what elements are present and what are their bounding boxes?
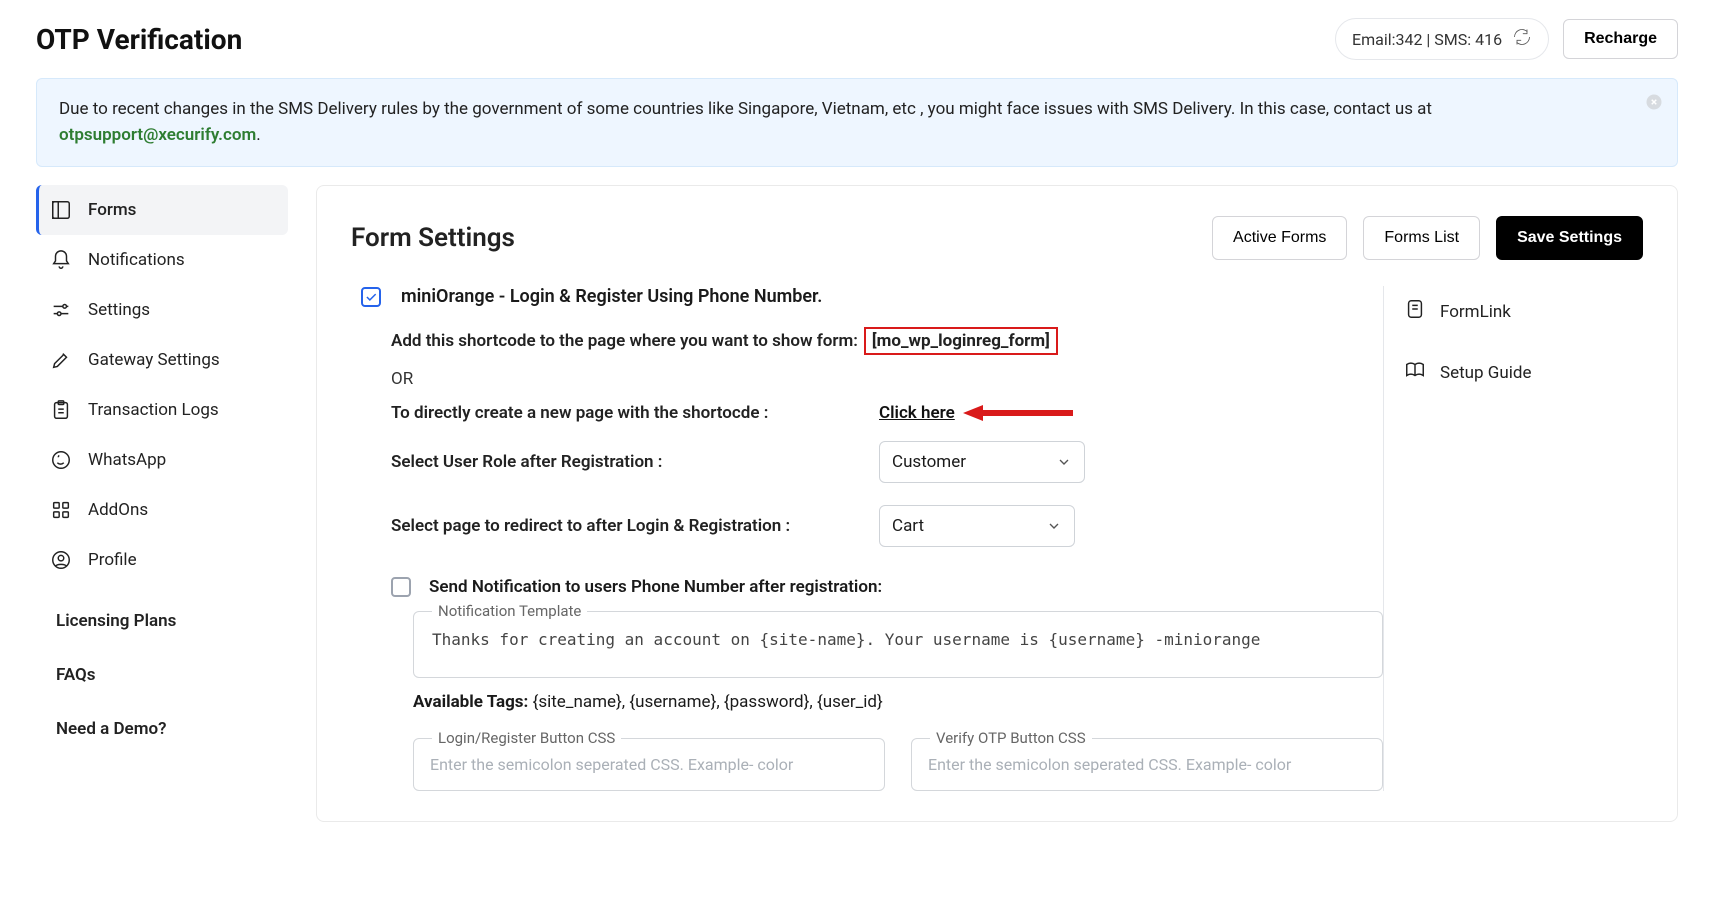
sidebar-item-demo[interactable]: Need a Demo? bbox=[36, 705, 288, 753]
sidebar-item-label: Settings bbox=[88, 300, 150, 320]
tags-label: Available Tags: bbox=[413, 692, 533, 712]
shortcode-value[interactable]: [mo_wp_loginreg_form] bbox=[864, 327, 1058, 355]
close-icon[interactable] bbox=[1645, 93, 1663, 120]
book-icon bbox=[1404, 359, 1426, 386]
sidebar-item-forms[interactable]: Forms bbox=[36, 185, 288, 235]
forms-list-button[interactable]: Forms List bbox=[1363, 216, 1480, 260]
formlink-link[interactable]: FormLink bbox=[1404, 290, 1643, 351]
grid-icon bbox=[50, 499, 72, 521]
bell-icon bbox=[50, 249, 72, 271]
whatsapp-icon bbox=[50, 449, 72, 471]
forms-icon bbox=[50, 199, 72, 221]
redirect-label: Select page to redirect to after Login &… bbox=[391, 516, 879, 536]
chevron-down-icon bbox=[1056, 454, 1072, 470]
or-text: OR bbox=[391, 369, 1383, 389]
notice-period: . bbox=[256, 125, 260, 145]
role-label: Select User Role after Registration : bbox=[391, 452, 879, 472]
quota-text: Email:342 | SMS: 416 bbox=[1352, 30, 1502, 49]
chevron-down-icon bbox=[1046, 518, 1062, 534]
login-css-field[interactable]: Login/Register Button CSS Enter the semi… bbox=[413, 738, 885, 791]
sliders-icon bbox=[50, 299, 72, 321]
page-title: OTP Verification bbox=[36, 23, 242, 56]
clipboard-icon bbox=[50, 399, 72, 421]
role-select[interactable]: Customer bbox=[879, 441, 1085, 483]
setup-guide-link[interactable]: Setup Guide bbox=[1404, 351, 1643, 412]
template-value: Thanks for creating an account on {site-… bbox=[432, 630, 1364, 649]
click-here-link[interactable]: Click here bbox=[879, 403, 955, 423]
sidebar-item-label: Profile bbox=[88, 550, 137, 570]
main-heading: Form Settings bbox=[351, 223, 515, 253]
verify-css-placeholder: Enter the semicolon seperated CSS. Examp… bbox=[928, 755, 1366, 774]
refresh-icon[interactable] bbox=[1512, 27, 1532, 51]
sidebar-item-logs[interactable]: Transaction Logs bbox=[36, 385, 288, 435]
sidebar-item-addons[interactable]: AddOns bbox=[36, 485, 288, 535]
sidebar-item-licensing[interactable]: Licensing Plans bbox=[36, 597, 288, 645]
notify-label: Send Notification to users Phone Number … bbox=[429, 577, 882, 597]
save-settings-button[interactable]: Save Settings bbox=[1496, 216, 1643, 260]
active-forms-button[interactable]: Active Forms bbox=[1212, 216, 1347, 260]
notification-template-field[interactable]: Notification Template Thanks for creatin… bbox=[413, 611, 1383, 678]
sidebar-item-label: Notifications bbox=[88, 250, 185, 270]
sidebar-item-settings[interactable]: Settings bbox=[36, 285, 288, 335]
verify-css-field[interactable]: Verify OTP Button CSS Enter the semicolo… bbox=[911, 738, 1383, 791]
verify-css-legend: Verify OTP Button CSS bbox=[930, 729, 1092, 747]
sidebar-item-label: AddOns bbox=[88, 500, 148, 520]
sidebar-item-gateway[interactable]: Gateway Settings bbox=[36, 335, 288, 385]
notice-banner: Due to recent changes in the SMS Deliver… bbox=[36, 78, 1678, 167]
sidebar: Forms Notifications Settings Gateway Set… bbox=[36, 185, 288, 753]
quota-pill: Email:342 | SMS: 416 bbox=[1335, 18, 1549, 60]
user-icon bbox=[50, 549, 72, 571]
form-title: miniOrange - Login & Register Using Phon… bbox=[401, 286, 822, 307]
main-panel: Form Settings Active Forms Forms List Sa… bbox=[316, 185, 1678, 822]
notice-email-link[interactable]: otpsupport@xecurify.com bbox=[59, 125, 256, 145]
login-css-placeholder: Enter the semicolon seperated CSS. Examp… bbox=[430, 755, 868, 774]
role-value: Customer bbox=[892, 452, 966, 472]
notify-checkbox[interactable] bbox=[391, 577, 411, 597]
redirect-value: Cart bbox=[892, 516, 924, 536]
sidebar-item-label: Forms bbox=[88, 200, 136, 220]
template-legend: Notification Template bbox=[432, 602, 587, 620]
pencil-icon bbox=[50, 349, 72, 371]
tags-value: {site_name}, {username}, {password}, {us… bbox=[533, 692, 883, 712]
sidebar-item-notifications[interactable]: Notifications bbox=[36, 235, 288, 285]
sidebar-item-faqs[interactable]: FAQs bbox=[36, 651, 288, 699]
formlink-label: FormLink bbox=[1440, 302, 1511, 322]
arrow-left-icon bbox=[961, 405, 1073, 421]
sidebar-item-label: WhatsApp bbox=[88, 450, 166, 470]
recharge-button[interactable]: Recharge bbox=[1563, 19, 1678, 59]
form-enabled-checkbox[interactable] bbox=[361, 287, 381, 307]
sidebar-item-label: Transaction Logs bbox=[88, 400, 219, 420]
setup-guide-label: Setup Guide bbox=[1440, 363, 1532, 383]
sidebar-item-label: Gateway Settings bbox=[88, 350, 220, 370]
sidebar-item-whatsapp[interactable]: WhatsApp bbox=[36, 435, 288, 485]
notice-text: Due to recent changes in the SMS Deliver… bbox=[59, 99, 1432, 119]
login-css-legend: Login/Register Button CSS bbox=[432, 729, 621, 747]
shortcode-label: Add this shortcode to the page where you… bbox=[391, 331, 858, 351]
redirect-select[interactable]: Cart bbox=[879, 505, 1075, 547]
document-icon bbox=[1404, 298, 1426, 325]
create-page-label: To directly create a new page with the s… bbox=[391, 403, 879, 423]
sidebar-item-profile[interactable]: Profile bbox=[36, 535, 288, 585]
